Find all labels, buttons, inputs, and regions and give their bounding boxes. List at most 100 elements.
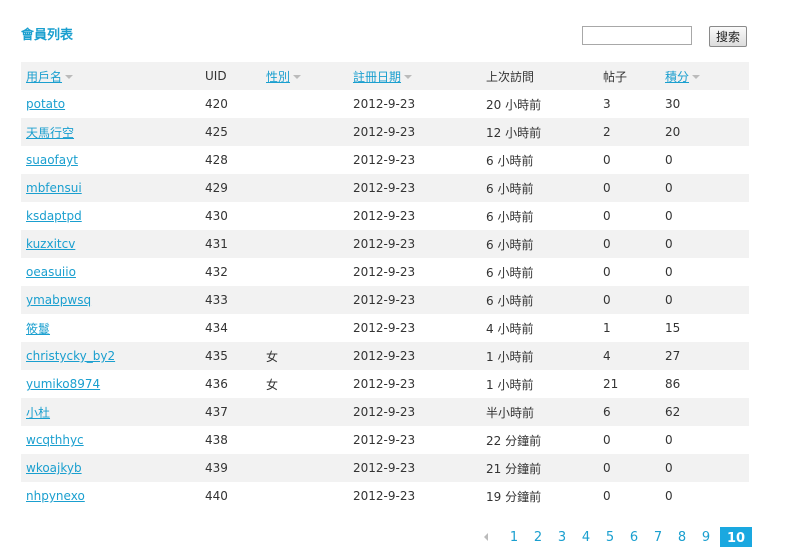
search-button[interactable]: 搜索 xyxy=(709,26,747,47)
cell-last_visit: 6 小時前 xyxy=(481,202,598,230)
cell-uid: 429 xyxy=(200,174,261,202)
cell-reg_date: 2012-9-23 xyxy=(348,454,481,482)
cell-username: wcqthhyc xyxy=(21,426,200,454)
cell-last_visit: 20 小時前 xyxy=(481,90,598,118)
cell-gender: 女 xyxy=(261,342,348,370)
points-value: 62 xyxy=(665,405,681,419)
cell-gender xyxy=(261,118,348,146)
column-header-last_visit-label: 上次訪問 xyxy=(486,69,535,84)
column-header-reg_date[interactable]: 註冊日期 xyxy=(348,62,481,90)
username-link[interactable]: wkoajkyb xyxy=(26,461,82,475)
cell-points: 0 xyxy=(660,286,749,314)
page-link-1[interactable]: 1 xyxy=(502,530,526,545)
uid-value: 420 xyxy=(205,97,228,111)
cell-points: 0 xyxy=(660,174,749,202)
sort-arrow-icon[interactable] xyxy=(65,75,74,79)
cell-posts: 1 xyxy=(598,314,660,342)
cell-reg_date: 2012-9-23 xyxy=(348,370,481,398)
cell-username: yumiko8974 xyxy=(21,370,200,398)
cell-last_visit: 1 小時前 xyxy=(481,342,598,370)
username-link[interactable]: 筱鬘 xyxy=(26,322,50,336)
username-link[interactable]: ksdaptpd xyxy=(26,209,82,223)
column-header-username-label[interactable]: 用戶名 xyxy=(26,70,62,84)
username-link[interactable]: wcqthhyc xyxy=(26,433,84,447)
cell-uid: 437 xyxy=(200,398,261,426)
username-link[interactable]: potato xyxy=(26,97,65,111)
cell-last_visit: 6 小時前 xyxy=(481,286,598,314)
cell-posts: 0 xyxy=(598,454,660,482)
cell-posts: 0 xyxy=(598,286,660,314)
column-header-gender-label[interactable]: 性別 xyxy=(266,70,290,84)
posts-value: 0 xyxy=(603,489,611,503)
column-header-points-label[interactable]: 積分 xyxy=(665,70,689,84)
cell-uid: 435 xyxy=(200,342,261,370)
last_visit-value: 6 小時前 xyxy=(486,237,534,252)
cell-username: kuzxitcv xyxy=(21,230,200,258)
page-link-2[interactable]: 2 xyxy=(526,530,550,545)
posts-value: 0 xyxy=(603,237,611,251)
posts-value: 3 xyxy=(603,97,611,111)
cell-gender xyxy=(261,174,348,202)
reg_date-value: 2012-9-23 xyxy=(353,377,416,391)
reg_date-value: 2012-9-23 xyxy=(353,321,416,335)
sort-arrow-icon[interactable] xyxy=(692,75,701,79)
cell-reg_date: 2012-9-23 xyxy=(348,230,481,258)
last_visit-value: 6 小時前 xyxy=(486,153,534,168)
page-link-3[interactable]: 3 xyxy=(550,530,574,545)
column-header-username[interactable]: 用戶名 xyxy=(21,62,200,90)
cell-posts: 6 xyxy=(598,398,660,426)
table-row: ymabpwsq 433 2012-9-23 6 小時前 0 0 xyxy=(21,286,749,314)
column-header-gender[interactable]: 性別 xyxy=(261,62,348,90)
username-link[interactable]: mbfensui xyxy=(26,181,82,195)
username-link[interactable]: nhpynexo xyxy=(26,489,85,503)
cell-posts: 0 xyxy=(598,230,660,258)
cell-reg_date: 2012-9-23 xyxy=(348,482,481,510)
cell-reg_date: 2012-9-23 xyxy=(348,398,481,426)
page-link-7[interactable]: 7 xyxy=(646,530,670,545)
username-link[interactable]: ymabpwsq xyxy=(26,293,91,307)
sort-arrow-icon[interactable] xyxy=(293,75,302,79)
posts-value: 0 xyxy=(603,265,611,279)
page-link-6[interactable]: 6 xyxy=(622,530,646,545)
search-input[interactable] xyxy=(582,26,692,45)
posts-value: 6 xyxy=(603,405,611,419)
points-value: 0 xyxy=(665,209,673,223)
posts-value: 4 xyxy=(603,349,611,363)
column-header-reg_date-label[interactable]: 註冊日期 xyxy=(353,70,401,84)
cell-points: 0 xyxy=(660,426,749,454)
username-link[interactable]: yumiko8974 xyxy=(26,377,100,391)
username-link[interactable]: oeasuiio xyxy=(26,265,76,279)
cell-gender: 女 xyxy=(261,370,348,398)
uid-value: 425 xyxy=(205,125,228,139)
uid-value: 432 xyxy=(205,265,228,279)
page-link-4[interactable]: 4 xyxy=(574,530,598,545)
cell-reg_date: 2012-9-23 xyxy=(348,146,481,174)
table-row: ksdaptpd 430 2012-9-23 6 小時前 0 0 xyxy=(21,202,749,230)
username-link[interactable]: kuzxitcv xyxy=(26,237,75,251)
last_visit-value: 21 分鐘前 xyxy=(486,461,542,476)
table-row: oeasuiio 432 2012-9-23 6 小時前 0 0 xyxy=(21,258,749,286)
prev-page-arrow-icon[interactable] xyxy=(484,533,488,541)
points-value: 0 xyxy=(665,181,673,195)
page-link-9[interactable]: 9 xyxy=(694,530,718,545)
uid-value: 434 xyxy=(205,321,228,335)
username-link[interactable]: christycky_by2 xyxy=(26,349,115,363)
posts-value: 21 xyxy=(603,377,619,391)
cell-gender xyxy=(261,202,348,230)
page-link-5[interactable]: 5 xyxy=(598,530,622,545)
sort-arrow-icon[interactable] xyxy=(404,75,413,79)
cell-uid: 430 xyxy=(200,202,261,230)
page-link-8[interactable]: 8 xyxy=(670,530,694,545)
username-link[interactable]: suaofayt xyxy=(26,153,78,167)
posts-value: 0 xyxy=(603,293,611,307)
page-link-10[interactable]: 10 xyxy=(720,527,752,547)
cell-gender xyxy=(261,146,348,174)
column-header-points[interactable]: 積分 xyxy=(660,62,749,90)
table-row: kuzxitcv 431 2012-9-23 6 小時前 0 0 xyxy=(21,230,749,258)
username-link[interactable]: 天馬行空 xyxy=(26,126,74,140)
username-link[interactable]: 小杜 xyxy=(26,406,50,420)
last_visit-value: 22 分鐘前 xyxy=(486,433,542,448)
cell-username: oeasuiio xyxy=(21,258,200,286)
cell-last_visit: 22 分鐘前 xyxy=(481,426,598,454)
cell-reg_date: 2012-9-23 xyxy=(348,118,481,146)
